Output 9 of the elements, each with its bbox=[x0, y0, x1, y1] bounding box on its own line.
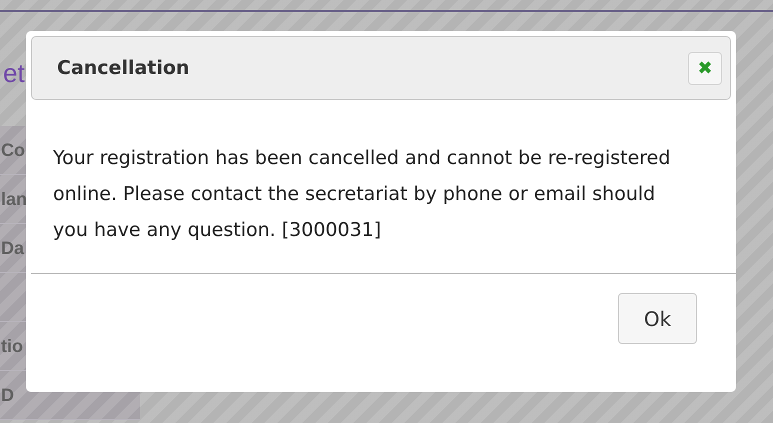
field-label: D bbox=[1, 384, 14, 406]
dialog-title: Cancellation bbox=[57, 57, 190, 79]
field-label: Co bbox=[1, 140, 25, 160]
message-text: Your registration has been cancelled and cannot be re-registered online. Please contact the secretariat by phone or email should you have any question. [3000031] bbox=[53, 146, 672, 243]
field-label: lan bbox=[1, 188, 28, 210]
ok-button[interactable]: Ok bbox=[618, 293, 697, 344]
page-heading: et bbox=[3, 57, 25, 90]
field-label: Da bbox=[1, 238, 24, 258]
field-label: tio bbox=[1, 336, 23, 356]
